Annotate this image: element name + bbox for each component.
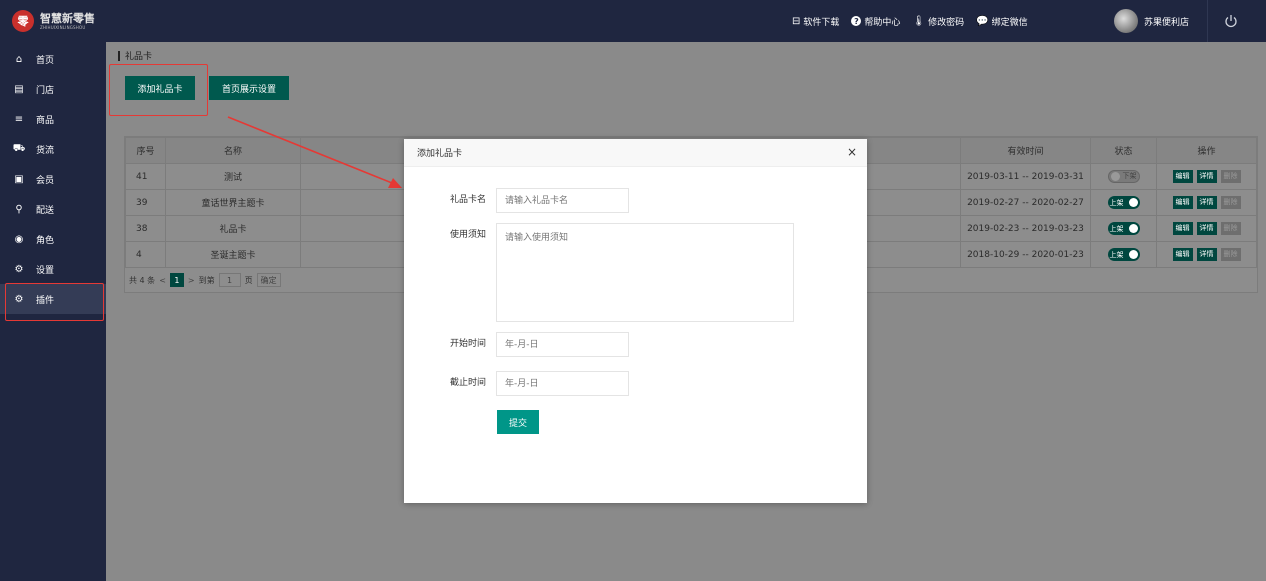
dialog-title: 添加礼品卡 bbox=[417, 149, 463, 159]
home-icon: ⌂ bbox=[15, 53, 23, 65]
prev-page-button[interactable]: < bbox=[159, 276, 166, 285]
delete-button[interactable]: 删除 bbox=[1220, 170, 1241, 183]
brand-name-en: ZHIHUIXINLINGSHOU bbox=[40, 24, 86, 30]
end-date-input[interactable] bbox=[496, 371, 629, 396]
page-title: 礼品卡 bbox=[125, 52, 153, 62]
detail-button[interactable]: 详情 bbox=[1196, 196, 1217, 209]
divider bbox=[1207, 0, 1208, 42]
edit-button[interactable]: 编辑 bbox=[1172, 222, 1193, 235]
edit-button[interactable]: 编辑 bbox=[1172, 248, 1193, 261]
sidebar-item-logistics[interactable]: ⛟ 货流 bbox=[0, 134, 106, 164]
edit-button[interactable]: 编辑 bbox=[1172, 196, 1193, 209]
sidebar-item-store[interactable]: ▤ 门店 bbox=[0, 74, 106, 104]
wechat-icon: 💬 bbox=[976, 15, 989, 27]
page-1-button[interactable]: 1 bbox=[169, 273, 184, 287]
start-date-input[interactable] bbox=[496, 332, 629, 357]
gear-icon: ⚙ bbox=[14, 263, 24, 275]
col-header-name: 名称 bbox=[165, 137, 301, 164]
delete-button[interactable]: 删除 bbox=[1220, 196, 1241, 209]
col-header-actions: 操作 bbox=[1156, 137, 1257, 164]
thermometer-icon: 🌡 bbox=[912, 15, 926, 27]
detail-button[interactable]: 详情 bbox=[1196, 170, 1217, 183]
logo[interactable]: 零 智慧新零售 ZHIHUIXINLINGSHOU bbox=[0, 0, 106, 42]
sidebar-item-home[interactable]: ⌂ 首页 bbox=[0, 44, 106, 74]
detail-button[interactable]: 详情 bbox=[1196, 248, 1217, 261]
download-icon: ⊟ bbox=[792, 15, 801, 27]
logo-mark-icon: 零 bbox=[12, 10, 34, 32]
detail-button[interactable]: 详情 bbox=[1196, 222, 1217, 235]
notice-label: 使用须知 bbox=[449, 230, 486, 240]
goto-confirm-button[interactable]: 确定 bbox=[256, 273, 281, 287]
sidebar-item-delivery[interactable]: ⚲ 配送 bbox=[0, 194, 106, 224]
shop-name: 苏果便利店 bbox=[1144, 17, 1190, 28]
sidebar-item-member[interactable]: ▣ 会员 bbox=[0, 164, 106, 194]
next-page-button[interactable]: > bbox=[188, 276, 195, 285]
top-bar: 零 智慧新零售 ZHIHUIXINLINGSHOU ⊟ 软件下载 ? 帮助中心 … bbox=[0, 0, 1266, 42]
end-time-label: 截止时间 bbox=[449, 378, 486, 388]
truck-icon: ⛟ bbox=[12, 142, 26, 154]
breadcrumb: 礼品卡 bbox=[118, 49, 152, 62]
col-header-id: 序号 bbox=[125, 137, 166, 164]
submit-button[interactable]: 提交 bbox=[497, 410, 539, 434]
home-display-settings-button[interactable]: 首页展示设置 bbox=[209, 76, 289, 100]
change-password-link[interactable]: 🌡 修改密码 bbox=[912, 15, 964, 28]
brand-name: 智慧新零售 bbox=[40, 11, 95, 25]
highlight-plugins bbox=[5, 283, 104, 321]
total-count: 共 4 条 bbox=[129, 275, 156, 285]
page-number-input[interactable]: 1 bbox=[218, 273, 241, 287]
user-menu[interactable]: 苏果便利店 bbox=[1114, 0, 1189, 42]
start-time-label: 开始时间 bbox=[449, 339, 486, 349]
col-header-status: 状态 bbox=[1090, 137, 1157, 164]
power-icon[interactable] bbox=[1222, 12, 1240, 30]
sidebar-item-role[interactable]: ◉ 角色 bbox=[0, 224, 106, 254]
bind-wechat-link[interactable]: 💬 绑定微信 bbox=[976, 15, 1027, 28]
top-links: ⊟ 软件下载 ? 帮助中心 🌡 修改密码 💬 绑定微信 bbox=[792, 0, 1028, 42]
status-toggle[interactable]: 上架 bbox=[1107, 222, 1140, 235]
sidebar-item-settings[interactable]: ⚙ 设置 bbox=[0, 254, 106, 284]
role-icon: ◉ bbox=[14, 233, 24, 245]
delete-button[interactable]: 删除 bbox=[1220, 248, 1241, 261]
name-label: 礼品卡名 bbox=[449, 195, 486, 205]
usage-notice-textarea[interactable] bbox=[496, 223, 794, 322]
member-card-icon: ▣ bbox=[14, 173, 24, 185]
motorcycle-icon: ⚲ bbox=[15, 203, 23, 215]
status-toggle[interactable]: 上架 bbox=[1107, 248, 1140, 261]
status-toggle[interactable]: 上架 bbox=[1107, 196, 1140, 209]
help-icon: ? bbox=[851, 16, 862, 26]
add-gift-card-dialog: 添加礼品卡 × 礼品卡名 使用须知 开始时间 截止时间 提交 bbox=[404, 139, 867, 503]
highlight-add-button bbox=[109, 64, 208, 116]
gift-card-name-input[interactable] bbox=[496, 188, 629, 213]
close-icon[interactable]: × bbox=[847, 146, 857, 158]
col-header-validity: 有效时间 bbox=[960, 137, 1091, 164]
store-icon: ▤ bbox=[14, 83, 24, 95]
sidebar-item-goods[interactable]: ≡ 商品 bbox=[0, 104, 106, 134]
avatar bbox=[1114, 9, 1138, 33]
status-toggle[interactable]: 下架 bbox=[1107, 169, 1140, 183]
download-link[interactable]: ⊟ 软件下载 bbox=[792, 15, 839, 28]
list-icon: ≡ bbox=[14, 113, 24, 125]
help-center-link[interactable]: ? 帮助中心 bbox=[851, 15, 900, 28]
edit-button[interactable]: 编辑 bbox=[1172, 170, 1193, 183]
delete-button[interactable]: 删除 bbox=[1220, 222, 1241, 235]
